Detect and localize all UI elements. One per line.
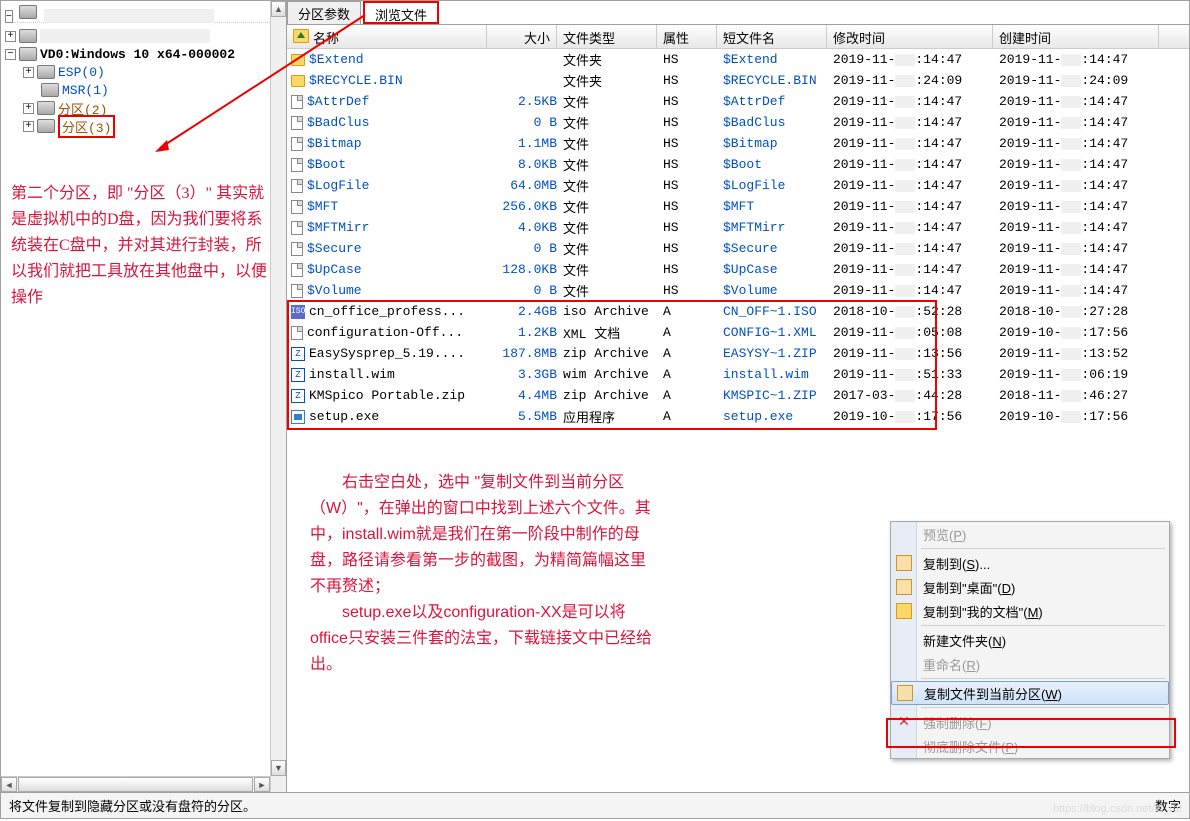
folder-icon [896,603,912,619]
file-row[interactable]: $LogFile64.0MB文件HS$LogFile2019-11-:14:47… [287,175,1189,196]
file-icon [291,179,303,193]
copy-icon [896,579,912,595]
zip-icon: Z [291,347,305,361]
expand-icon[interactable]: − [5,10,13,23]
menu-delete-complete: 彻底删除文件(P) [891,734,1169,758]
file-row[interactable]: $Boot8.0KB文件HS$Boot2019-11-:14:472019-11… [287,154,1189,175]
menu-force-delete: ✕强制删除(F) [891,710,1169,734]
file-icon [291,284,303,298]
file-icon [291,200,303,214]
file-list[interactable]: $Extend文件夹HS$Extend2019-11-:14:472019-11… [287,49,1189,427]
watermark: https://blog.csdn.net/id_rat [1053,803,1182,815]
delete-icon: ✕ [896,714,912,730]
file-row[interactable]: Zinstall.wim3.3GBwim ArchiveAinstall.wim… [287,364,1189,385]
file-icon [291,242,303,256]
folder-icon [291,54,305,66]
zip-icon: Z [291,389,305,403]
menu-rename: 重命名(R) [891,652,1169,676]
file-row[interactable]: ZKMSpico Portable.zip4.4MBzip ArchiveAKM… [287,385,1189,406]
tree-item-msr[interactable]: MSR(1) [5,81,282,99]
tree-panel: − + − VD0:Windows 10 x64-000002 + ESP(0)… [1,1,287,792]
file-row[interactable]: setup.exe5.5MB应用程序Asetup.exe2019-10-:17:… [287,406,1189,427]
file-icon [291,263,303,277]
file-row[interactable]: $AttrDef2.5KB文件HS$AttrDef2019-11-:14:472… [287,91,1189,112]
file-row[interactable]: $Extend文件夹HS$Extend2019-11-:14:472019-11… [287,49,1189,70]
file-row[interactable]: $MFT256.0KB文件HS$MFT2019-11-:14:472019-11… [287,196,1189,217]
disk-icon [19,5,37,19]
file-row[interactable]: ZEasySysprep_5.19....187.8MBzip ArchiveA… [287,343,1189,364]
file-icon [291,95,303,109]
copy-icon [897,685,913,701]
status-bar: 将文件复制到隐藏分区或没有盘符的分区。 数字 [0,793,1190,819]
file-row[interactable]: $Volume0 B文件HS$Volume2019-11-:14:472019-… [287,280,1189,301]
copy-icon [896,555,912,571]
file-row[interactable]: $Bitmap1.1MB文件HS$Bitmap2019-11-:14:47201… [287,133,1189,154]
scrollbar-vertical[interactable]: ▲ ▼ [270,1,286,792]
exe-icon [291,410,305,424]
tree-item-root[interactable]: − VD0:Windows 10 x64-000002 [5,45,282,63]
status-text: 将文件复制到隐藏分区或没有盘符的分区。 [9,796,256,815]
tab-browse[interactable]: 浏览文件 [363,1,439,24]
menu-copy-docs[interactable]: 复制到"我的文档"(M) [891,599,1169,623]
iso-icon: ISO [291,305,305,319]
menu-copy-desktop[interactable]: 复制到"桌面"(D) [891,575,1169,599]
menu-copy-to[interactable]: 复制到(S)... [891,551,1169,575]
file-row[interactable]: configuration-Off...1.2KBXML 文档ACONFIG~1… [287,322,1189,343]
tree-item-p3[interactable]: + 分区(3) [5,117,282,135]
file-row[interactable]: $MFTMirr4.0KB文件HS$MFTMirr2019-11-:14:472… [287,217,1189,238]
zip-icon: Z [291,368,305,382]
up-folder-icon[interactable] [293,29,309,43]
file-row[interactable]: ISOcn_office_profess...2.4GBiso ArchiveA… [287,301,1189,322]
file-row[interactable]: $UpCase128.0KB文件HS$UpCase2019-11-:14:472… [287,259,1189,280]
file-row[interactable]: $Secure0 B文件HS$Secure2019-11-:14:472019-… [287,238,1189,259]
menu-new-folder[interactable]: 新建文件夹(N) [891,628,1169,652]
tree-item[interactable]: + [5,27,282,45]
file-row[interactable]: $BadClus0 B文件HS$BadClus2019-11-:14:47201… [287,112,1189,133]
tab-bar: 分区参数 浏览文件 [287,1,1189,25]
annotation-left: 第二个分区，即 "分区（3）" 其实就是虚拟机中的D盘，因为我们要将系统装在C盘… [11,181,271,311]
tree-item-p2[interactable]: + 分区(2) [5,99,282,117]
file-icon [291,326,303,340]
file-icon [291,158,303,172]
annotation-right: 右击空白处，选中 "复制文件到当前分区（W）"，在弹出的窗口中找到上述六个文件。… [310,470,660,678]
file-icon [291,221,303,235]
redacted-text [44,9,214,23]
folder-icon [291,75,305,87]
tree-label: VD0:Windows 10 x64-000002 [40,47,235,62]
file-row[interactable]: $RECYCLE.BIN文件夹HS$RECYCLE.BIN2019-11-:24… [287,70,1189,91]
file-icon [291,137,303,151]
tab-params[interactable]: 分区参数 [287,1,361,24]
menu-preview: 预览(P) [891,522,1169,546]
tree-item-esp[interactable]: + ESP(0) [5,63,282,81]
context-menu: 预览(P) 复制到(S)... 复制到"桌面"(D) 复制到"我的文档"(M) … [890,521,1170,759]
file-icon [291,116,303,130]
menu-copy-to-partition[interactable]: 复制文件到当前分区(W) [891,681,1169,705]
scrollbar-horizontal[interactable]: ◄► [1,776,270,792]
file-list-header: 名称 大小 文件类型 属性 短文件名 修改时间 创建时间 [287,25,1189,49]
